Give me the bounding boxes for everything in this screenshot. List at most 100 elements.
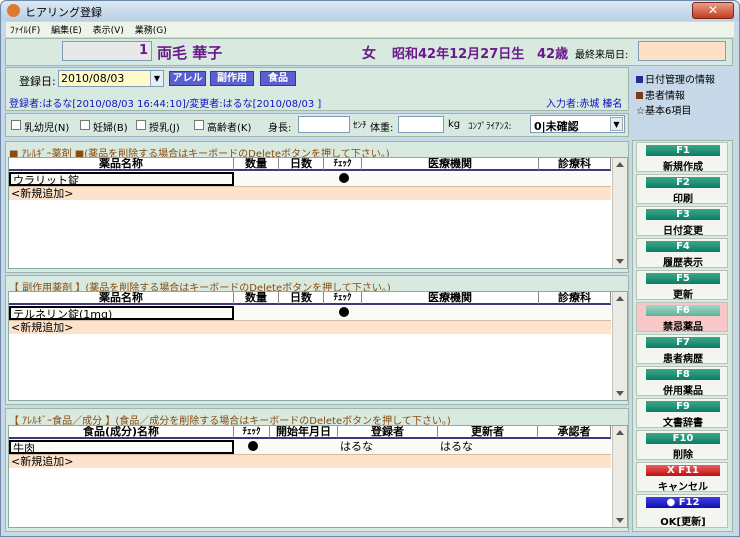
f4-key-label: F4 bbox=[646, 241, 720, 252]
food-button[interactable]: 食品 bbox=[260, 71, 296, 86]
f5-refresh-button[interactable]: F5 更新 bbox=[636, 270, 728, 301]
col-registrant[interactable]: 登録者 bbox=[338, 426, 438, 438]
f9-document-dictionary-button[interactable]: F9 文書辞書 bbox=[636, 398, 728, 429]
new-row-label: <新規追加> bbox=[11, 187, 74, 200]
f7-label: 患者病歴 bbox=[663, 354, 703, 365]
close-button[interactable]: ✕ bbox=[692, 2, 734, 19]
allergy-button[interactable]: アレル bbox=[169, 71, 206, 86]
col-check[interactable]: ﾁｪｯｸ bbox=[234, 426, 270, 438]
col-check[interactable]: ﾁｪｯｸ bbox=[324, 292, 362, 304]
infant-checkbox[interactable] bbox=[11, 120, 21, 130]
f12-label: OK[更新] bbox=[660, 517, 706, 528]
col-drug-name[interactable]: 薬品名称 bbox=[9, 158, 234, 170]
f7-medical-history-button[interactable]: F7 患者病歴 bbox=[636, 334, 728, 365]
pregnant-checkbox[interactable] bbox=[80, 120, 90, 130]
scroll-up-icon[interactable] bbox=[616, 430, 624, 435]
f1-new-button[interactable]: F1 新規作成 bbox=[636, 142, 728, 173]
compliance-select[interactable]: 0|未確認 ▼ bbox=[530, 115, 625, 133]
col-days[interactable]: 日数 bbox=[279, 158, 324, 170]
f3-label: 日付変更 bbox=[663, 226, 703, 237]
scroll-down-icon[interactable] bbox=[616, 518, 624, 523]
drug-name-cell[interactable]: ウラリット錠 bbox=[9, 172, 234, 186]
side-effect-scrollbar[interactable] bbox=[612, 292, 627, 400]
allergy-drug-scrollbar[interactable] bbox=[612, 158, 627, 268]
col-food-name[interactable]: 食品(成分)名称 bbox=[9, 426, 234, 438]
food-name-cell[interactable]: 牛肉 bbox=[9, 440, 234, 454]
col-quantity[interactable]: 数量 bbox=[234, 158, 279, 170]
check-dot-icon bbox=[339, 307, 349, 317]
nursing-checkbox[interactable] bbox=[136, 120, 146, 130]
f6-contraindicated-button[interactable]: F6 禁忌薬品 bbox=[636, 302, 728, 333]
registrant-cell[interactable]: はるな bbox=[338, 440, 438, 454]
last-visit-field[interactable] bbox=[638, 41, 726, 61]
weight-field[interactable] bbox=[398, 116, 444, 133]
patient-info-link[interactable]: 患者情報 bbox=[636, 87, 685, 102]
scroll-up-icon[interactable] bbox=[616, 162, 624, 167]
height-field[interactable] bbox=[298, 116, 350, 133]
f12-ok-button[interactable]: ● F12 OK[更新] bbox=[636, 494, 728, 528]
title-bar: ヒアリング登録 ✕ bbox=[1, 1, 739, 21]
new-row-label: <新規追加> bbox=[11, 455, 74, 468]
table-row[interactable]: ウラリット錠 bbox=[9, 172, 611, 186]
allergy-food-scrollbar[interactable] bbox=[612, 426, 627, 527]
reg-date-field[interactable]: 2010/08/03 ▼ bbox=[58, 70, 164, 87]
window-title: ヒアリング登録 bbox=[25, 6, 102, 19]
new-row-label: <新規追加> bbox=[11, 321, 74, 334]
f10-label: 削除 bbox=[673, 450, 693, 461]
menu-edit[interactable]: 編集(E) bbox=[47, 22, 86, 36]
col-days[interactable]: 日数 bbox=[279, 292, 324, 304]
menu-view[interactable]: 表示(V) bbox=[89, 22, 128, 36]
scroll-up-icon[interactable] bbox=[616, 296, 624, 301]
f9-key-label: F9 bbox=[646, 401, 720, 412]
check-cell[interactable] bbox=[324, 172, 362, 186]
f6-label: 禁忌薬品 bbox=[663, 322, 703, 333]
basic-six-items-link[interactable]: ☆基本6項目 bbox=[636, 102, 691, 117]
col-start-date[interactable]: 開始年月日 bbox=[270, 426, 338, 438]
f11-key-label: X F11 bbox=[646, 465, 720, 476]
check-cell[interactable] bbox=[234, 440, 270, 454]
f3-date-change-button[interactable]: F3 日付変更 bbox=[636, 206, 728, 237]
elderly-checkbox[interactable] bbox=[194, 120, 204, 130]
table-row[interactable]: 牛肉 はるな はるな bbox=[9, 440, 611, 454]
col-updater[interactable]: 更新者 bbox=[438, 426, 538, 438]
side-effect-grid[interactable]: 薬品名称 数量 日数 ﾁｪｯｸ 医療機関 診療科 テルネリン錠(1mg) <新規… bbox=[8, 291, 628, 401]
patient-name: 両毛 華子 bbox=[157, 44, 223, 62]
table-row[interactable]: テルネリン錠(1mg) bbox=[9, 306, 611, 320]
new-row[interactable]: <新規追加> bbox=[9, 320, 611, 334]
check-cell[interactable] bbox=[324, 306, 362, 320]
f10-delete-button[interactable]: F10 削除 bbox=[636, 430, 728, 461]
updater-cell[interactable]: はるな bbox=[438, 440, 538, 454]
f4-history-button[interactable]: F4 履歴表示 bbox=[636, 238, 728, 269]
patient-id-field[interactable]: 1 bbox=[62, 41, 152, 61]
f2-print-button[interactable]: F2 印刷 bbox=[636, 174, 728, 205]
side-effect-button[interactable]: 副作用 bbox=[210, 71, 254, 86]
menu-file[interactable]: ﾌｧｲﾙ(F) bbox=[6, 22, 44, 36]
allergy-drug-grid[interactable]: 薬品名称 数量 日数 ﾁｪｯｸ 医療機関 診療科 ウラリット錠 <新規追加> bbox=[8, 157, 628, 269]
chevron-down-icon[interactable]: ▼ bbox=[610, 117, 623, 131]
drug-name-cell[interactable]: テルネリン錠(1mg) bbox=[9, 306, 234, 320]
nursing-label: 授乳(J) bbox=[149, 123, 180, 134]
chevron-down-icon[interactable]: ▼ bbox=[150, 71, 163, 86]
f10-key-label: F10 bbox=[646, 433, 720, 444]
col-department[interactable]: 診療科 bbox=[539, 158, 611, 170]
app-icon bbox=[7, 4, 20, 17]
f8-concomitant-drug-button[interactable]: F8 併用薬品 bbox=[636, 366, 728, 397]
infant-label: 乳幼児(N) bbox=[24, 123, 70, 134]
f11-cancel-button[interactable]: X F11 キャンセル bbox=[636, 462, 728, 493]
date-management-info-link[interactable]: 日付管理の情報 bbox=[636, 71, 715, 86]
scroll-down-icon[interactable] bbox=[616, 391, 624, 396]
col-drug-name[interactable]: 薬品名称 bbox=[9, 292, 234, 304]
col-institution[interactable]: 医療機関 bbox=[362, 158, 539, 170]
col-department[interactable]: 診療科 bbox=[539, 292, 611, 304]
menu-work[interactable]: 業務(G) bbox=[131, 22, 171, 36]
new-row[interactable]: <新規追加> bbox=[9, 186, 611, 200]
allergy-food-grid[interactable]: 食品(成分)名称 ﾁｪｯｸ 開始年月日 登録者 更新者 承認者 牛肉 はるな は… bbox=[8, 425, 628, 528]
col-quantity[interactable]: 数量 bbox=[234, 292, 279, 304]
new-row[interactable]: <新規追加> bbox=[9, 454, 611, 468]
scroll-down-icon[interactable] bbox=[616, 259, 624, 264]
col-approver[interactable]: 承認者 bbox=[538, 426, 611, 438]
f8-key-label: F8 bbox=[646, 369, 720, 380]
col-check[interactable]: ﾁｪｯｸ bbox=[324, 158, 362, 170]
col-institution[interactable]: 医療機関 bbox=[362, 292, 539, 304]
f2-label: 印刷 bbox=[673, 194, 693, 205]
